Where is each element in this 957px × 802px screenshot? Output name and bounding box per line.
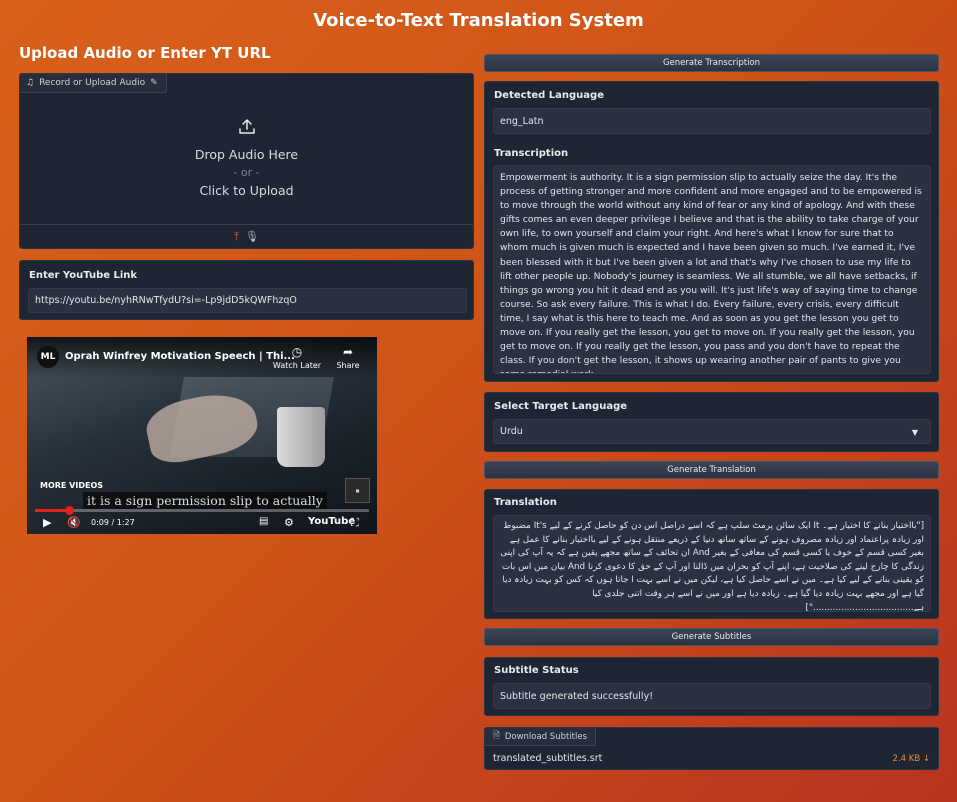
subtitle-status-panel: Subtitle Status Subtitle generated succe…: [484, 657, 939, 716]
share-icon: ➦: [342, 345, 354, 359]
wand-icon: ✎: [150, 78, 158, 88]
video-progress-fill: [35, 509, 70, 512]
audio-chip-label: Record or Upload Audio: [39, 78, 146, 88]
clock-icon: ◷: [291, 345, 303, 359]
transcription-textbox[interactable]: Empowerment is authority. It is a sign p…: [493, 165, 931, 374]
subtitle-file-size-download-link[interactable]: 2.4 KB ↓: [893, 754, 930, 764]
channel-avatar[interactable]: ML: [37, 346, 59, 368]
upload-source-icon[interactable]: ⤒: [234, 230, 239, 244]
video-caption: it is a sign permission slip to actually: [83, 492, 327, 509]
more-videos-label[interactable]: MORE VIDEOS: [40, 481, 103, 490]
related-video-thumbnail[interactable]: ■: [345, 478, 370, 503]
target-language-label: Select Target Language: [494, 401, 628, 412]
transcription-label: Transcription: [494, 148, 569, 159]
generate-transcription-button[interactable]: Generate Transcription: [484, 54, 939, 72]
subtitle-status-label: Subtitle Status: [494, 665, 579, 676]
video-controls: ▶ 🔇 0:09 / 1:27 ▤ ⚙ YouTube ⛶: [27, 513, 377, 534]
target-language-select[interactable]: Urdu ▼: [493, 419, 931, 444]
fullscreen-icon[interactable]: ⛶: [351, 516, 359, 530]
settings-gear-icon[interactable]: ⚙: [284, 516, 294, 529]
youtube-video-player[interactable]: ML Oprah Winfrey Motivation Speech | Thi…: [27, 337, 377, 534]
microphone-icon[interactable]: 🎙: [245, 230, 259, 243]
mute-icon[interactable]: 🔇: [67, 516, 81, 529]
drop-audio-text: Drop Audio Here: [194, 146, 299, 162]
video-time: 0:09 / 1:27: [91, 518, 135, 527]
chevron-down-icon: ▼: [911, 428, 918, 437]
watch-later-button[interactable]: ◷ Watch Later: [270, 345, 324, 370]
share-label: Share: [336, 361, 360, 370]
target-language-panel: Select Target Language Urdu ▼: [484, 392, 939, 452]
upload-source-toolbar: ⤒ 🎙: [20, 224, 473, 248]
video-title[interactable]: Oprah Winfrey Motivation Speech | Thi...: [65, 351, 295, 362]
youtube-link-panel: Enter YouTube Link: [19, 260, 474, 320]
audio-source-chip: ♫ Record or Upload Audio ✎: [20, 74, 167, 93]
subtitle-file-name[interactable]: translated_subtitles.srt: [493, 753, 602, 764]
watch-later-label: Watch Later: [272, 361, 322, 370]
app-title: Voice-to-Text Translation System: [313, 10, 644, 31]
upload-icon: [238, 118, 256, 140]
video-progress-bar[interactable]: [35, 506, 369, 515]
target-language-value: Urdu: [500, 426, 523, 437]
video-frame-mug: [277, 407, 325, 467]
download-chip: 🗎 Download Subtitles: [485, 728, 597, 746]
subtitle-status-field[interactable]: Subtitle generated successfully!: [493, 683, 931, 709]
detected-language-field[interactable]: eng_Latn: [493, 108, 931, 134]
play-icon[interactable]: ▶: [43, 516, 51, 529]
translation-label: Translation: [494, 497, 557, 508]
youtube-logo[interactable]: YouTube: [308, 516, 355, 527]
subtitles-icon[interactable]: ▤: [259, 516, 268, 527]
translation-panel: Translation ["بااختیار بنانے کا اختیار ہ…: [484, 489, 939, 619]
generate-subtitles-button[interactable]: Generate Subtitles: [484, 628, 939, 646]
youtube-link-label: Enter YouTube Link: [29, 270, 138, 281]
click-to-upload-text: Click to Upload: [199, 182, 294, 198]
share-button[interactable]: ➦ Share: [321, 345, 375, 370]
youtube-link-input[interactable]: [28, 288, 467, 313]
audio-drop-zone[interactable]: Drop Audio Here - or - Click to Upload: [20, 93, 473, 224]
or-separator: - or -: [233, 165, 260, 179]
upload-section-title: Upload Audio or Enter YT URL: [19, 44, 271, 62]
translation-textbox[interactable]: ["بااختیار بنانے کا اختیار ہے۔ It ایک سا…: [493, 515, 931, 612]
detected-language-label: Detected Language: [494, 90, 604, 101]
download-subtitles-panel: 🗎 Download Subtitles translated_subtitle…: [484, 727, 939, 770]
transcription-panel: Detected Language eng_Latn Transcription…: [484, 81, 939, 382]
generate-translation-button[interactable]: Generate Translation: [484, 461, 939, 479]
download-chip-label: Download Subtitles: [504, 731, 588, 742]
music-note-icon: ♫: [26, 78, 35, 88]
audio-upload-panel: ♫ Record or Upload Audio ✎ Drop Audio He…: [19, 73, 474, 249]
file-icon: 🗎: [493, 730, 500, 741]
